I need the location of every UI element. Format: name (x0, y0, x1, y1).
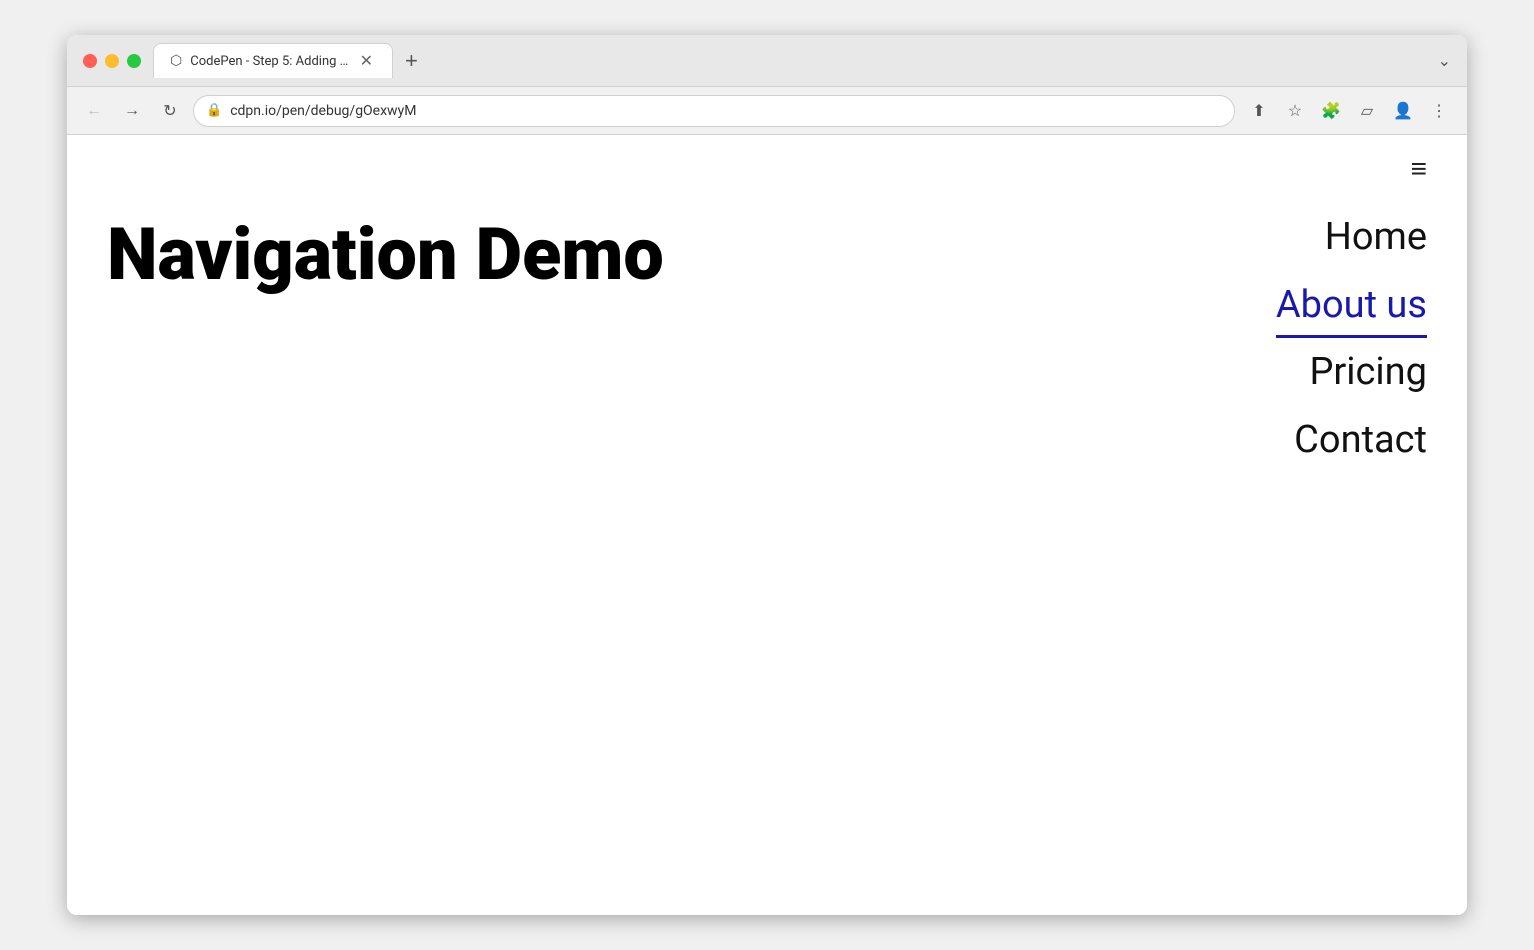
page-content: Navigation Demo ≡ Home About us Pricing … (67, 135, 1467, 915)
hamburger-icon[interactable]: ≡ (1411, 155, 1427, 183)
profile-button[interactable]: 👤 (1387, 95, 1419, 127)
bookmark-button[interactable]: ☆ (1279, 95, 1311, 127)
url-bar[interactable]: 🔒 cdpn.io/pen/debug/gOexwyM (193, 95, 1235, 127)
nav-sidebar: ≡ Home About us Pricing Contact (1276, 155, 1427, 474)
sidebar-button[interactable]: ▱ (1351, 95, 1383, 127)
nav-link-about[interactable]: About us (1276, 271, 1427, 338)
tab-dropdown-icon[interactable]: ⌄ (1438, 51, 1451, 70)
new-tab-button[interactable]: + (397, 44, 426, 78)
minimize-button[interactable] (105, 54, 119, 68)
nav-link-pricing[interactable]: Pricing (1309, 338, 1427, 406)
title-bar: ⬡ CodePen - Step 5: Adding a bu ✕ + ⌄ (67, 35, 1467, 87)
close-button[interactable] (83, 54, 97, 68)
browser-window: ⬡ CodePen - Step 5: Adding a bu ✕ + ⌄ ← … (67, 35, 1467, 915)
share-button[interactable]: ⬆ (1243, 95, 1275, 127)
tab-close-button[interactable]: ✕ (357, 52, 376, 70)
url-text: cdpn.io/pen/debug/gOexwyM (230, 103, 1222, 119)
active-tab[interactable]: ⬡ CodePen - Step 5: Adding a bu ✕ (153, 43, 393, 78)
page-main: Navigation Demo (67, 135, 1467, 334)
extensions-button[interactable]: 🧩 (1315, 95, 1347, 127)
browser-actions: ⬆ ☆ 🧩 ▱ 👤 ⋮ (1243, 95, 1455, 127)
more-button[interactable]: ⋮ (1423, 95, 1455, 127)
page-heading: Navigation Demo (107, 215, 1427, 294)
address-bar: ← → ↻ 🔒 cdpn.io/pen/debug/gOexwyM ⬆ ☆ 🧩 … (67, 87, 1467, 135)
maximize-button[interactable] (127, 54, 141, 68)
traffic-lights (83, 54, 141, 68)
back-button[interactable]: ← (79, 96, 109, 126)
reload-button[interactable]: ↻ (155, 96, 185, 126)
tab-title: CodePen - Step 5: Adding a bu (190, 54, 348, 69)
codepen-icon: ⬡ (170, 53, 182, 69)
nav-links: Home About us Pricing Contact (1276, 203, 1427, 474)
forward-button[interactable]: → (117, 96, 147, 126)
tabs-area: ⬡ CodePen - Step 5: Adding a bu ✕ + ⌄ (153, 43, 1451, 78)
lock-icon: 🔒 (206, 103, 222, 118)
nav-link-contact[interactable]: Contact (1294, 406, 1427, 474)
nav-link-home[interactable]: Home (1325, 203, 1427, 271)
